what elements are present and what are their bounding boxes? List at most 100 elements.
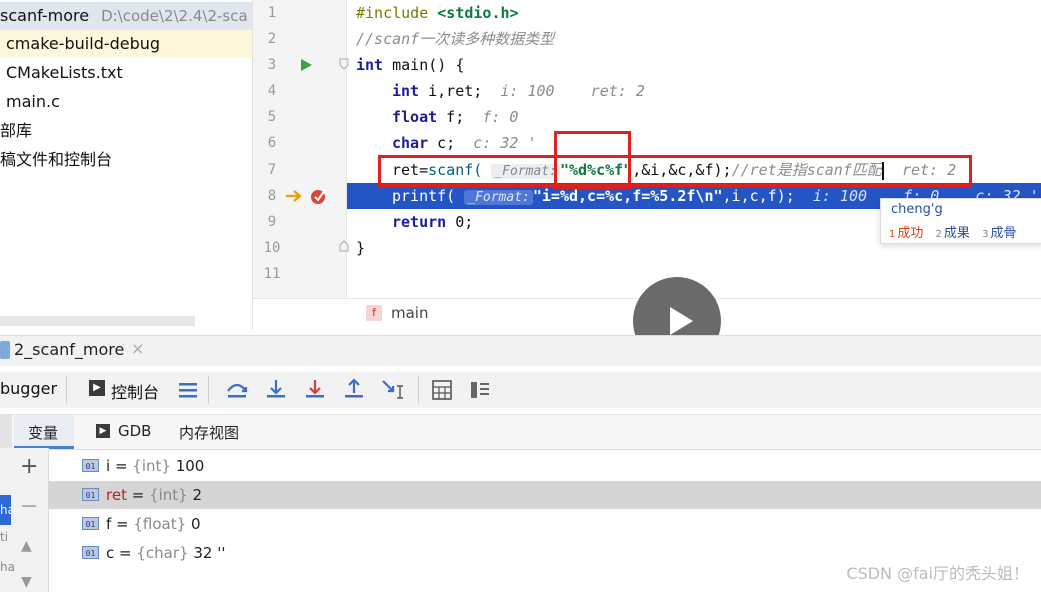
tab-debugger[interactable]: bugger xyxy=(0,379,57,398)
step-into-icon[interactable] xyxy=(265,378,287,400)
tab-gdb[interactable]: GDB xyxy=(118,422,151,440)
tree-item-libraries[interactable]: 部库 xyxy=(0,117,32,145)
variables-side-toolbar: ha ti ha + − ▲ ▼ xyxy=(0,448,49,592)
function-icon: f xyxy=(366,305,382,321)
code-line-1: #include <stdio.h> xyxy=(356,0,519,26)
add-watch-icon[interactable]: + xyxy=(20,454,38,479)
gdb-icon: ▶ xyxy=(96,424,110,438)
project-path: D:\code\2\2.4\2-sca xyxy=(101,7,248,25)
step-out-icon[interactable] xyxy=(343,378,365,400)
candidate-text: 成果 xyxy=(943,226,970,241)
variable-entry: c = {char} 32 '' xyxy=(106,544,226,562)
line-number: 7 xyxy=(267,162,277,178)
variable-row[interactable]: 01 i = {int} 100 xyxy=(48,452,1041,480)
project-name: scanf-more xyxy=(0,6,90,25)
code-text: main() { xyxy=(383,56,465,74)
frame-fragment: ti xyxy=(0,530,9,544)
tab-console[interactable]: 控制台 xyxy=(111,379,159,403)
ime-candidate-popup: cheng'g 1 成功 2 成果 3 成骨 xyxy=(880,198,1041,244)
project-scrollbar[interactable] xyxy=(0,316,195,326)
tab-variables[interactable]: 变量 xyxy=(28,422,58,443)
code-line-5: float f; f: 0 xyxy=(392,104,518,130)
code-line-9: return 0; xyxy=(392,209,473,235)
code-text: f; xyxy=(437,108,465,126)
code-text: i,ret; xyxy=(419,82,483,100)
ime-candidate-1[interactable]: 1 成功 xyxy=(889,226,923,241)
variable-value: 2 xyxy=(192,486,203,504)
parameter-hint: _Format: xyxy=(464,190,533,205)
candidate-text: 成骨 xyxy=(990,226,1017,241)
variable-entry: f = {float} 0 xyxy=(106,515,201,533)
variable-type: {char} xyxy=(136,544,189,562)
variable-type: {int} xyxy=(132,457,171,475)
tree-item-label: cmake-build-debug xyxy=(6,34,161,53)
tab-memory-view[interactable]: 内存视图 xyxy=(179,422,239,443)
line-number: 1 xyxy=(267,5,277,21)
variable-row[interactable]: 01 ret = {int} 2 xyxy=(48,481,1041,509)
breadcrumb-function: main xyxy=(391,304,429,322)
tree-item-label: main.c xyxy=(6,92,60,111)
code-comment: //scanf一次读多种数据类型 xyxy=(356,30,555,48)
toolbar-divider xyxy=(208,376,209,404)
variable-name: c xyxy=(106,544,115,562)
variable-entry: ret = {int} 2 xyxy=(106,486,203,504)
tree-item-label: 部库 xyxy=(0,121,33,140)
variable-value: 0 xyxy=(190,515,201,533)
inline-debug-value: f: 0 xyxy=(482,108,519,126)
variable-value: 100 xyxy=(175,457,205,475)
variable-name: f xyxy=(106,515,112,533)
close-icon[interactable]: × xyxy=(131,339,144,358)
ime-candidate-2[interactable]: 2 成果 xyxy=(936,226,970,241)
line-number: 5 xyxy=(267,109,277,125)
frame-fragment: ha xyxy=(0,495,11,525)
code-line-4: int i,ret; i: 100 ret: 2 xyxy=(392,78,645,104)
breakpoint-icon[interactable] xyxy=(309,186,329,206)
tree-item-main-c[interactable]: main.c xyxy=(0,88,60,116)
code-line-2: //scanf一次读多种数据类型 xyxy=(356,26,554,52)
inline-debug-value: c: 32 ' xyxy=(473,134,537,152)
evaluate-expression-icon[interactable] xyxy=(432,380,452,400)
variable-value: 32 '' xyxy=(193,544,226,562)
fold-icon[interactable] xyxy=(339,58,349,70)
project-tree: scanf-more D:\code\2\2.4\2-sca cmake-buil… xyxy=(0,0,253,330)
move-down-icon[interactable]: ▼ xyxy=(21,574,32,590)
code-text: ,i,c,f); xyxy=(722,187,795,205)
remove-watch-icon[interactable]: − xyxy=(20,494,38,519)
debug-tab-title[interactable]: 2_scanf_more xyxy=(14,340,124,359)
variable-type: {float} xyxy=(133,515,187,533)
line-number: 4 xyxy=(267,83,277,99)
tree-item-cmake-build-debug[interactable]: cmake-build-debug xyxy=(0,30,252,58)
candidate-text: 成功 xyxy=(897,226,924,241)
code-text: 0; xyxy=(446,213,474,231)
run-icon[interactable] xyxy=(299,58,313,72)
force-step-into-icon[interactable] xyxy=(304,378,326,400)
line-number: 10 xyxy=(263,240,281,256)
include-header: <stdio.h> xyxy=(437,4,519,22)
keyword: int xyxy=(356,56,384,74)
run-to-cursor-icon[interactable] xyxy=(380,378,406,400)
console-icon: ▶ xyxy=(89,380,105,396)
ime-candidate-3[interactable]: 3 成骨 xyxy=(982,226,1016,241)
tree-item-cmakelists[interactable]: CMakeLists.txt xyxy=(0,59,123,87)
keyword: return xyxy=(392,213,447,231)
fold-icon[interactable] xyxy=(339,240,349,252)
annotation-box-scanf-line xyxy=(378,155,972,187)
format-string: "i=%d,c=%c,f=%5.2f\n" xyxy=(532,187,723,205)
project-root-row[interactable]: scanf-more D:\code\2\2.4\2-sca xyxy=(0,2,252,30)
tree-item-scratches[interactable]: 稿文件和控制台 xyxy=(0,146,112,174)
variable-row[interactable]: 01 f = {float} 0 xyxy=(48,510,1041,538)
line-number: 9 xyxy=(267,214,277,230)
line-number: 11 xyxy=(263,266,281,282)
toolbar-divider xyxy=(66,376,67,404)
variable-type: {int} xyxy=(149,486,188,504)
frames-layout-icon[interactable] xyxy=(470,380,490,400)
debug-config-icon xyxy=(0,341,10,359)
move-up-icon[interactable]: ▲ xyxy=(21,538,32,554)
menu-icon[interactable] xyxy=(178,381,198,399)
keyword: char xyxy=(392,134,429,152)
keyword: int xyxy=(392,82,420,100)
variable-type-icon: 01 xyxy=(82,517,99,530)
debug-toolbar: bugger ▶ 控制台 xyxy=(0,372,1041,408)
step-over-icon[interactable] xyxy=(226,378,248,400)
toolbar-divider xyxy=(418,376,419,404)
